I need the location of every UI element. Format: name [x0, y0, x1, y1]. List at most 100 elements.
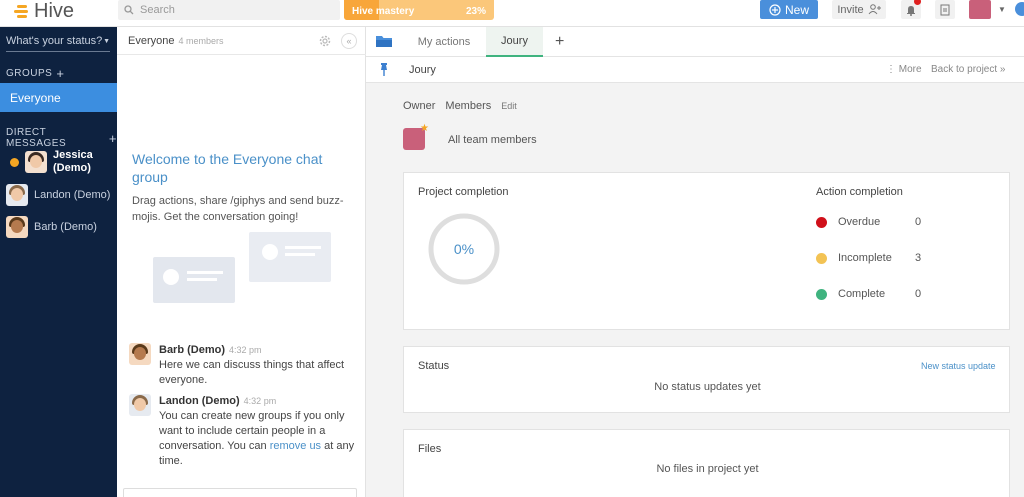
tab-label: Joury — [501, 35, 528, 47]
top-bar: Hive Search Hive mastery 23% New Invite … — [0, 0, 1024, 27]
message-time: 4:32 pm — [229, 345, 262, 355]
sidebar-item-label: Everyone — [10, 90, 61, 105]
mastery-label: Hive mastery — [352, 6, 415, 17]
notification-badge — [914, 0, 921, 5]
avatar — [129, 394, 151, 416]
status-input[interactable]: What's your status? ▼ — [6, 35, 110, 52]
owner-label: Owner — [403, 100, 436, 112]
message-author[interactable]: Barb (Demo) — [159, 344, 225, 356]
new-button[interactable]: New — [760, 0, 818, 19]
direct-messages-heading-label: DIRECT MESSAGES — [6, 127, 67, 149]
app-name: Hive — [34, 0, 75, 22]
avatar — [6, 216, 28, 238]
action-count: 0 — [915, 216, 922, 228]
search-placeholder: Search — [140, 4, 175, 16]
chevron-down-icon: ▼ — [103, 37, 110, 45]
message-author[interactable]: Landon (Demo) — [159, 395, 240, 407]
direct-messages-heading: DIRECT MESSAGES + — [6, 127, 117, 149]
message-text: Here we can discuss things that affect e… — [159, 359, 345, 386]
files-card: Files No files in project yet — [403, 429, 1010, 497]
more-menu[interactable]: ⋮ More — [886, 64, 922, 75]
avatar — [25, 151, 47, 173]
action-status-label: Overdue — [838, 216, 881, 228]
help-icon[interactable] — [1015, 2, 1024, 16]
action-status-label: Incomplete — [838, 252, 892, 264]
folder-icon[interactable] — [375, 34, 393, 48]
completion-percent: 0% — [453, 241, 475, 257]
hive-mastery-progress[interactable]: Hive mastery 23% — [344, 0, 494, 20]
groups-heading-label: GROUPS — [6, 68, 53, 79]
action-status-label: Complete — [838, 288, 886, 300]
bell-icon — [907, 5, 915, 16]
sidebar-item-everyone[interactable]: Everyone — [0, 83, 117, 112]
action-row-overdue: Overdue 0 — [816, 216, 921, 228]
status-dot — [816, 252, 827, 264]
status-title: Status — [418, 360, 450, 372]
invite-button[interactable]: Invite — [832, 0, 886, 19]
pin-icon[interactable] — [379, 63, 389, 76]
project-completion-title: Project completion — [418, 186, 509, 198]
members-label: Members — [445, 100, 492, 112]
status-card: Status New status update No status updat… — [403, 346, 1010, 413]
action-row-complete: Complete 0 — [816, 288, 921, 300]
team-members-label: All team members — [448, 134, 537, 146]
dm-label: Jessica (Demo) — [53, 149, 93, 174]
search-icon — [124, 5, 134, 15]
edit-members-link[interactable]: Edit — [501, 101, 517, 111]
tab-label: My actions — [417, 36, 471, 48]
mastery-percent: 23% — [465, 6, 486, 17]
action-count: 3 — [915, 252, 922, 264]
chat-message-input[interactable] — [123, 488, 357, 497]
unread-chat-icon — [10, 157, 19, 167]
status-placeholder: What's your status? — [6, 35, 103, 47]
status-dot — [816, 216, 827, 228]
add-tab-icon[interactable]: + — [555, 33, 564, 51]
completion-card: Project completion 0% Action completion … — [403, 172, 1010, 330]
new-button-label: New — [784, 2, 809, 17]
files-title: Files — [418, 443, 442, 455]
add-group-icon[interactable]: + — [56, 66, 64, 81]
message-time: 4:32 pm — [243, 396, 277, 406]
add-dm-icon[interactable]: + — [109, 131, 117, 146]
dm-label: Barb (Demo) — [34, 221, 97, 233]
action-row-incomplete: Incomplete 3 — [816, 252, 921, 264]
star-icon: ★ — [420, 123, 429, 134]
invite-button-label: Invite — [837, 3, 864, 16]
remove-us-link[interactable]: remove us — [270, 440, 321, 452]
chevron-down-icon[interactable]: ▼ — [998, 5, 1006, 14]
dm-label: Landon (Demo) — [34, 189, 111, 201]
status-empty-text: No status updates yet — [654, 381, 761, 393]
notifications-button[interactable] — [901, 0, 921, 19]
project-tabs: My actions Joury + — [366, 27, 1024, 57]
avatar — [6, 184, 28, 206]
notes-button[interactable] — [935, 0, 955, 19]
new-status-update-link[interactable]: New status update — [921, 361, 996, 371]
chat-title: Everyone — [128, 34, 175, 47]
tab-joury[interactable]: Joury — [486, 27, 543, 57]
add-user-icon — [868, 4, 881, 15]
project-name: Joury — [409, 64, 436, 76]
sidebar-item-jessica[interactable]: Jessica (Demo) — [10, 149, 118, 175]
back-to-project-link[interactable]: Back to project » — [931, 64, 1005, 75]
action-completion-title: Action completion — [816, 186, 903, 198]
collapse-chat-icon[interactable]: « — [341, 33, 357, 49]
plus-circle-icon — [769, 3, 781, 16]
more-label: More — [898, 64, 922, 75]
files-empty-text: No files in project yet — [656, 463, 759, 475]
sidebar-item-barb[interactable]: Barb (Demo) — [6, 216, 114, 238]
user-avatar[interactable] — [969, 0, 991, 19]
gear-icon[interactable] — [318, 34, 332, 48]
document-icon — [940, 4, 950, 15]
hive-logo[interactable]: Hive — [14, 0, 74, 22]
tab-my-actions[interactable]: My actions — [409, 27, 479, 57]
sidebar-item-landon[interactable]: Landon (Demo) — [6, 184, 114, 206]
groups-heading: GROUPS + — [6, 66, 64, 81]
avatar — [129, 343, 151, 365]
status-dot — [816, 288, 827, 300]
chat-member-count: 4 members — [178, 35, 224, 46]
project-header: Joury ⋮ More Back to project » — [366, 57, 1024, 83]
search-input[interactable]: Search — [118, 0, 340, 20]
owner-members-row: Owner Members Edit — [403, 100, 517, 112]
chat-message: Landon (Demo) 4:32 pm You can create new … — [129, 394, 359, 469]
chat-welcome-title: Welcome to the Everyone chat group — [132, 151, 323, 185]
